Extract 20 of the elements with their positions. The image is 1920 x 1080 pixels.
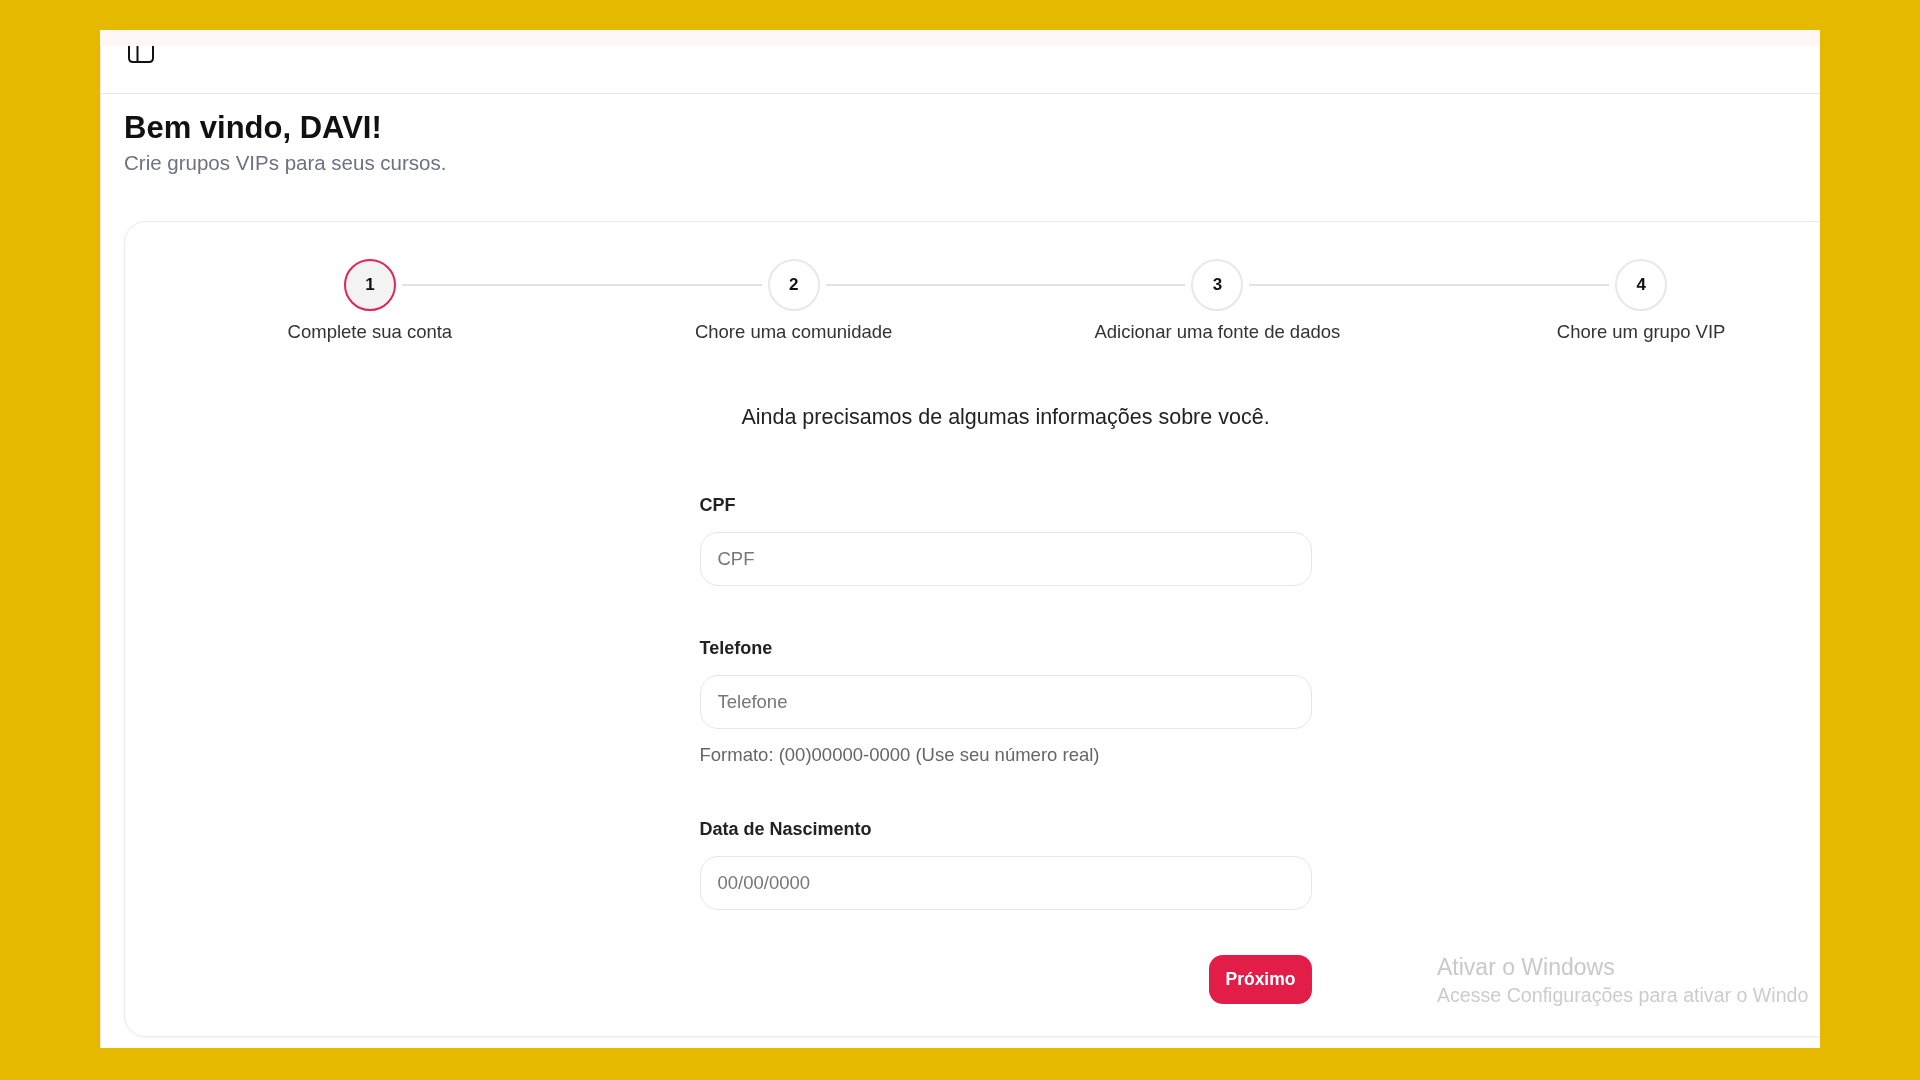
step-label: Adicionar uma fonte de dados: [1094, 320, 1341, 344]
step-label: Chore uma comunidade: [694, 320, 893, 344]
input-field[interactable]: 00/00/0000: [699, 856, 1312, 910]
sidebar-toggle-icon[interactable]: [128, 46, 154, 63]
field-label: Data de Nascimento: [699, 818, 873, 841]
step-indicator: 2: [767, 259, 820, 311]
step-indicator: 1: [343, 259, 396, 311]
input-field[interactable]: Telefone: [699, 675, 1312, 729]
input-field[interactable]: CPF: [699, 532, 1312, 586]
intro-text: Ainda precisamos de algumas informações sobre você.: [741, 404, 1270, 431]
step-label: Complete sua conta: [287, 320, 453, 344]
page-subtitle: Crie grupos VIPs para seus cursos.: [124, 150, 448, 176]
next-button[interactable]: Próximo: [1209, 955, 1312, 1004]
field-label: CPF: [699, 494, 737, 517]
field-hint: Formato: (00)00000-0000 (Use seu número real): [699, 743, 1101, 767]
step-indicator: 3: [1191, 259, 1244, 311]
step-indicator: 4: [1615, 259, 1668, 311]
step-label: Chore um grupo VIP: [1556, 320, 1726, 344]
page-title: Bem vindo, DAVI!: [124, 109, 383, 147]
field-label: Telefone: [699, 637, 774, 660]
